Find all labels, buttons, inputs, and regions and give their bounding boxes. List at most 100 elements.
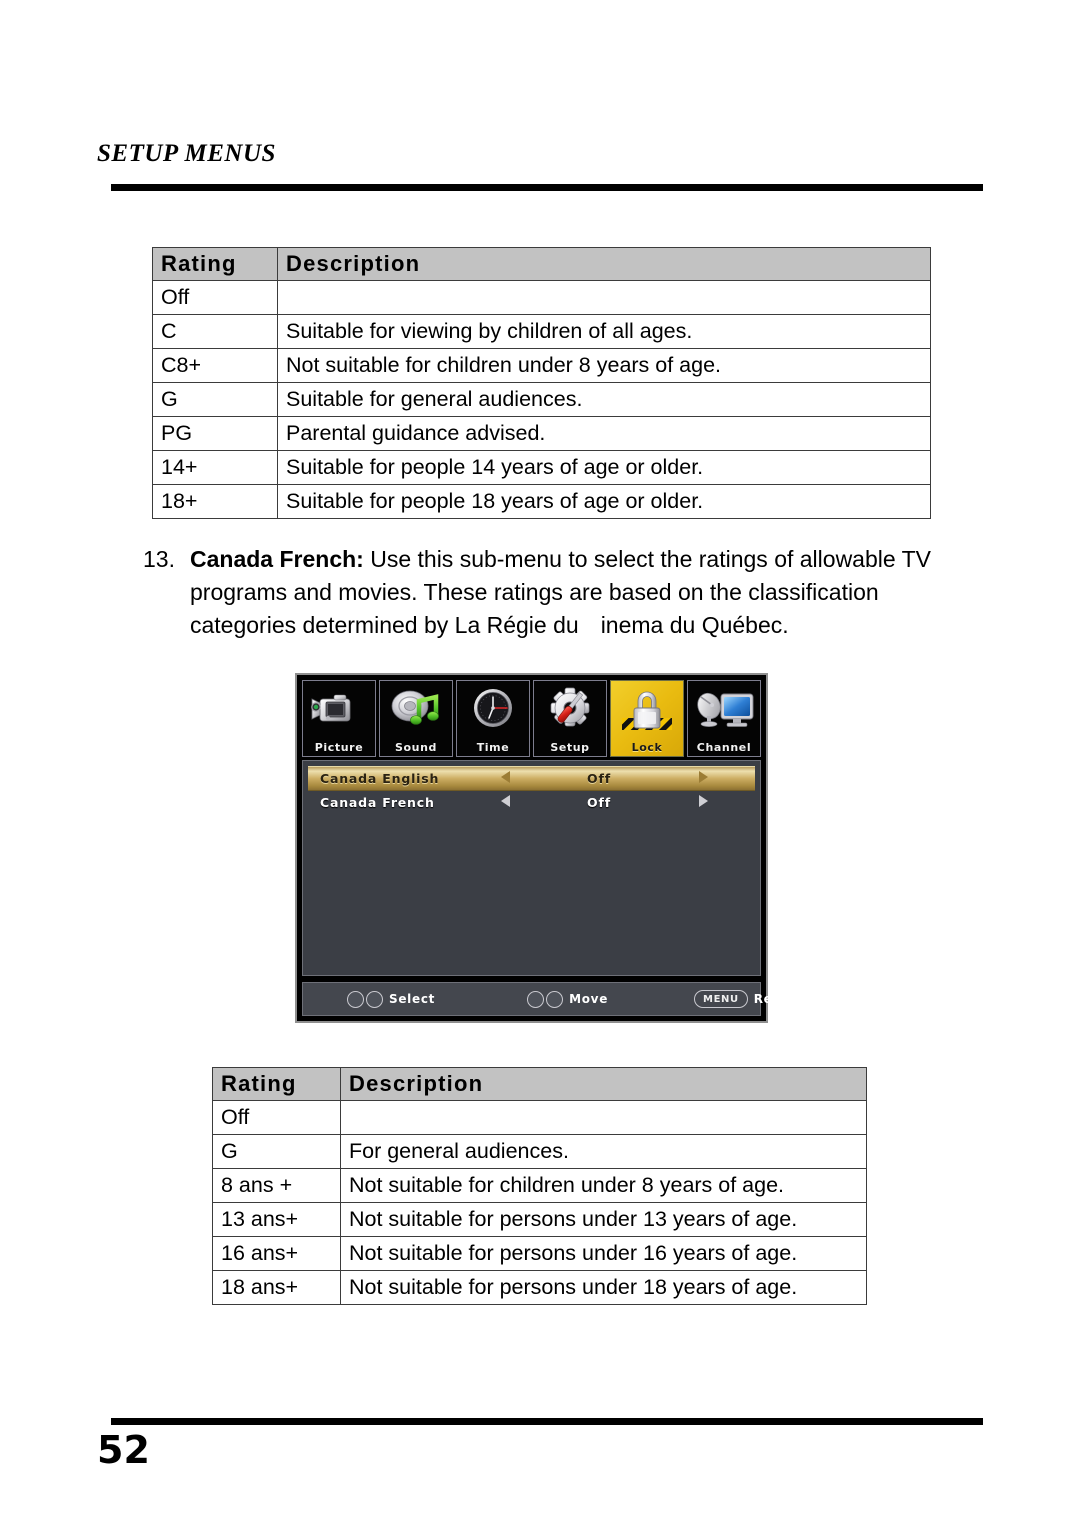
osd-menu-row-canada-english[interactable]: Canada English Off: [308, 766, 755, 791]
osd-tab-label: Setup: [550, 741, 590, 754]
padlock-icon: [611, 685, 683, 733]
cell-rating: 8 ans +: [212, 1168, 341, 1203]
table-row: Off: [152, 280, 931, 315]
osd-menu-value: Off: [587, 771, 611, 786]
osd-tab-time[interactable]: Time: [456, 680, 530, 757]
right-arrow-key-icon: [546, 990, 564, 1008]
osd-footer-hint-bar: Select Move MENU Return: [302, 982, 803, 1016]
osd-tab-label: Channel: [696, 741, 752, 754]
osd-tab-sound[interactable]: Sound: [379, 680, 453, 757]
osd-tab-lock[interactable]: Lock: [610, 680, 684, 757]
menu-key-icon: MENU: [694, 990, 748, 1008]
left-arrow-icon[interactable]: [476, 771, 534, 786]
cell-rating: 18 ans+: [212, 1270, 341, 1305]
column-header-rating: Rating: [212, 1067, 341, 1101]
cell-description: [340, 1100, 867, 1135]
osd-menu-label: Canada English: [320, 771, 440, 786]
cell-rating: 18+: [152, 484, 278, 519]
header-divider: [111, 184, 983, 191]
paragraph-body: Canada French: Use this sub-menu to sele…: [190, 543, 953, 642]
osd-tab-setup[interactable]: Setup: [533, 680, 607, 757]
canada-french-ratings-table: Rating Description Off G For general aud…: [212, 1067, 867, 1305]
cell-rating: 14+: [152, 450, 278, 485]
cell-description: Not suitable for children under 8 years …: [277, 348, 931, 383]
cell-description: Not suitable for persons under 18 years …: [340, 1270, 867, 1305]
osd-tab-channel[interactable]: Channel: [687, 680, 761, 757]
page-footer: 52: [97, 1418, 983, 1469]
table-header-row: Rating Description: [212, 1067, 867, 1101]
cell-description: [277, 280, 931, 315]
osd-menu-row-canada-french[interactable]: Canada French Off: [308, 791, 755, 814]
column-header-description: Description: [340, 1067, 867, 1101]
osd-icon-menu-bar: Picture Sound Time Setup Lock Channel: [302, 680, 761, 757]
cell-rating: C8+: [152, 348, 278, 383]
cell-rating: Off: [152, 280, 278, 315]
osd-tab-picture[interactable]: Picture: [302, 680, 376, 757]
table-row: G For general audiences.: [212, 1134, 867, 1169]
osd-tab-label: Sound: [394, 741, 437, 754]
paragraph-text-part-2: inema du Québec.: [600, 612, 789, 638]
page-number: 52: [97, 1428, 150, 1472]
cell-description: Suitable for people 14 years of age or o…: [277, 450, 931, 485]
page-title: SETUP MENUS: [97, 140, 276, 167]
up-arrow-key-icon: [347, 990, 364, 1008]
osd-menu-value: Off: [587, 795, 611, 810]
clock-icon: [457, 685, 529, 733]
paragraph-number: 13.: [143, 546, 175, 572]
table-row: Off: [212, 1100, 867, 1135]
footer-divider: [111, 1418, 983, 1425]
table-row: 16 ans+ Not suitable for persons under 1…: [212, 1236, 867, 1271]
paragraph-term: Canada French:: [190, 546, 364, 572]
column-header-description: Description: [277, 247, 931, 281]
cell-description: Suitable for general audiences.: [277, 382, 931, 417]
down-arrow-key-icon: [366, 990, 383, 1008]
table-row: 8 ans + Not suitable for children under …: [212, 1168, 867, 1203]
numbered-paragraph-13: 13. Canada French: Use this sub-menu to …: [143, 543, 953, 642]
speaker-music-note-icon: [380, 685, 452, 733]
cell-description: Not suitable for children under 8 years …: [340, 1168, 867, 1203]
left-arrow-icon[interactable]: [476, 795, 534, 810]
table-row: 14+ Suitable for people 14 years of age …: [152, 450, 931, 485]
satellite-dish-tv-icon: [688, 685, 760, 733]
osd-hint-label: Move: [569, 992, 609, 1006]
cell-description: Parental guidance advised.: [277, 416, 931, 451]
tv-osd-screenshot: Picture Sound Time Setup Lock Channel Ca…: [295, 673, 803, 1023]
right-arrow-icon[interactable]: [664, 795, 742, 810]
cell-description: For general audiences.: [340, 1134, 867, 1169]
gear-screwdriver-icon: [534, 685, 606, 733]
cell-description: Suitable for viewing by children of all …: [277, 314, 931, 349]
cell-description: Suitable for people 18 years of age or o…: [277, 484, 931, 519]
osd-menu-label: Canada French: [320, 795, 435, 810]
column-header-rating: Rating: [152, 247, 278, 281]
cell-rating: G: [152, 382, 278, 417]
table-row: C8+ Not suitable for children under 8 ye…: [152, 348, 931, 383]
cell-rating: 13 ans+: [212, 1202, 341, 1237]
osd-tab-label: Lock: [631, 741, 663, 754]
left-arrow-key-icon: [527, 990, 545, 1008]
table-header-row: Rating Description: [152, 247, 931, 281]
osd-hint-return: MENU Return: [694, 990, 804, 1008]
page-header: SETUP MENUS: [97, 140, 983, 200]
cell-rating: PG: [152, 416, 278, 451]
cell-rating: 16 ans+: [212, 1236, 341, 1271]
right-arrow-icon[interactable]: [664, 771, 742, 786]
osd-hint-label: Return: [753, 992, 805, 1006]
table-row: C Suitable for viewing by children of al…: [152, 314, 931, 349]
up-down-arrow-keys-icon: [347, 990, 383, 1008]
cell-rating: C: [152, 314, 278, 349]
table-row: 13 ans+ Not suitable for persons under 1…: [212, 1202, 867, 1237]
canada-english-ratings-table: Rating Description Off C Suitable for vi…: [152, 247, 931, 519]
osd-hint-select: Select: [347, 990, 436, 1008]
cell-rating: Off: [212, 1100, 341, 1135]
table-row: 18 ans+ Not suitable for persons under 1…: [212, 1270, 867, 1305]
cell-description: Not suitable for persons under 13 years …: [340, 1202, 867, 1237]
osd-tab-label: Time: [476, 741, 510, 754]
table-row: 18+ Suitable for people 18 years of age …: [152, 484, 931, 519]
osd-tab-label: Picture: [314, 741, 364, 754]
cell-rating: G: [212, 1134, 341, 1169]
table-row: PG Parental guidance advised.: [152, 416, 931, 451]
osd-settings-panel: Canada English Off Canada French Off: [302, 760, 761, 976]
osd-hint-label: Select: [389, 992, 436, 1006]
cell-description: Not suitable for persons under 16 years …: [340, 1236, 867, 1271]
osd-hint-move: Move: [527, 990, 609, 1008]
